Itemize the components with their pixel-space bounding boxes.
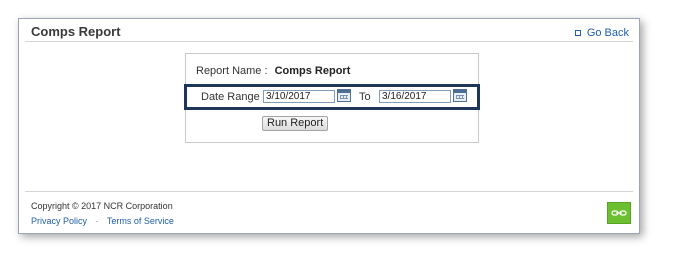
report-window: Comps Report Go Back Report Name : Comps… bbox=[18, 18, 640, 234]
go-back-link[interactable]: Go Back bbox=[574, 27, 629, 39]
date-range-row: Date Range : To bbox=[184, 84, 480, 110]
from-date-input[interactable] bbox=[263, 90, 335, 103]
copyright-text: Copyright © 2017 NCR Corporation bbox=[31, 201, 173, 211]
calendar-icon[interactable] bbox=[453, 89, 467, 102]
go-back-label: Go Back bbox=[586, 27, 629, 39]
page-footer: Copyright © 2017 NCR Corporation Privacy… bbox=[25, 191, 633, 233]
report-form: Report Name : Comps Report Date Range : … bbox=[184, 53, 480, 143]
to-date-input[interactable] bbox=[379, 90, 451, 103]
square-bullet-icon bbox=[574, 30, 581, 36]
privacy-policy-link[interactable]: Privacy Policy bbox=[31, 216, 87, 226]
link-chain-icon bbox=[611, 210, 627, 216]
run-report-button[interactable]: Run Report bbox=[262, 116, 329, 131]
footer-links: Privacy Policy · Terms of Service bbox=[31, 216, 174, 226]
report-name-label: Report Name : bbox=[196, 65, 268, 77]
terms-of-service-link[interactable]: Terms of Service bbox=[107, 216, 174, 226]
report-name-row: Report Name : Comps Report bbox=[196, 65, 350, 77]
to-label: To bbox=[359, 91, 371, 103]
report-name-value: Comps Report bbox=[274, 65, 351, 77]
page-header: Comps Report Go Back bbox=[25, 19, 633, 42]
ncr-badge-icon bbox=[607, 202, 631, 224]
date-range-label: Date Range : bbox=[201, 91, 266, 103]
footer-separator: · bbox=[95, 216, 99, 226]
calendar-icon[interactable] bbox=[337, 89, 351, 102]
page-title: Comps Report bbox=[31, 24, 121, 39]
